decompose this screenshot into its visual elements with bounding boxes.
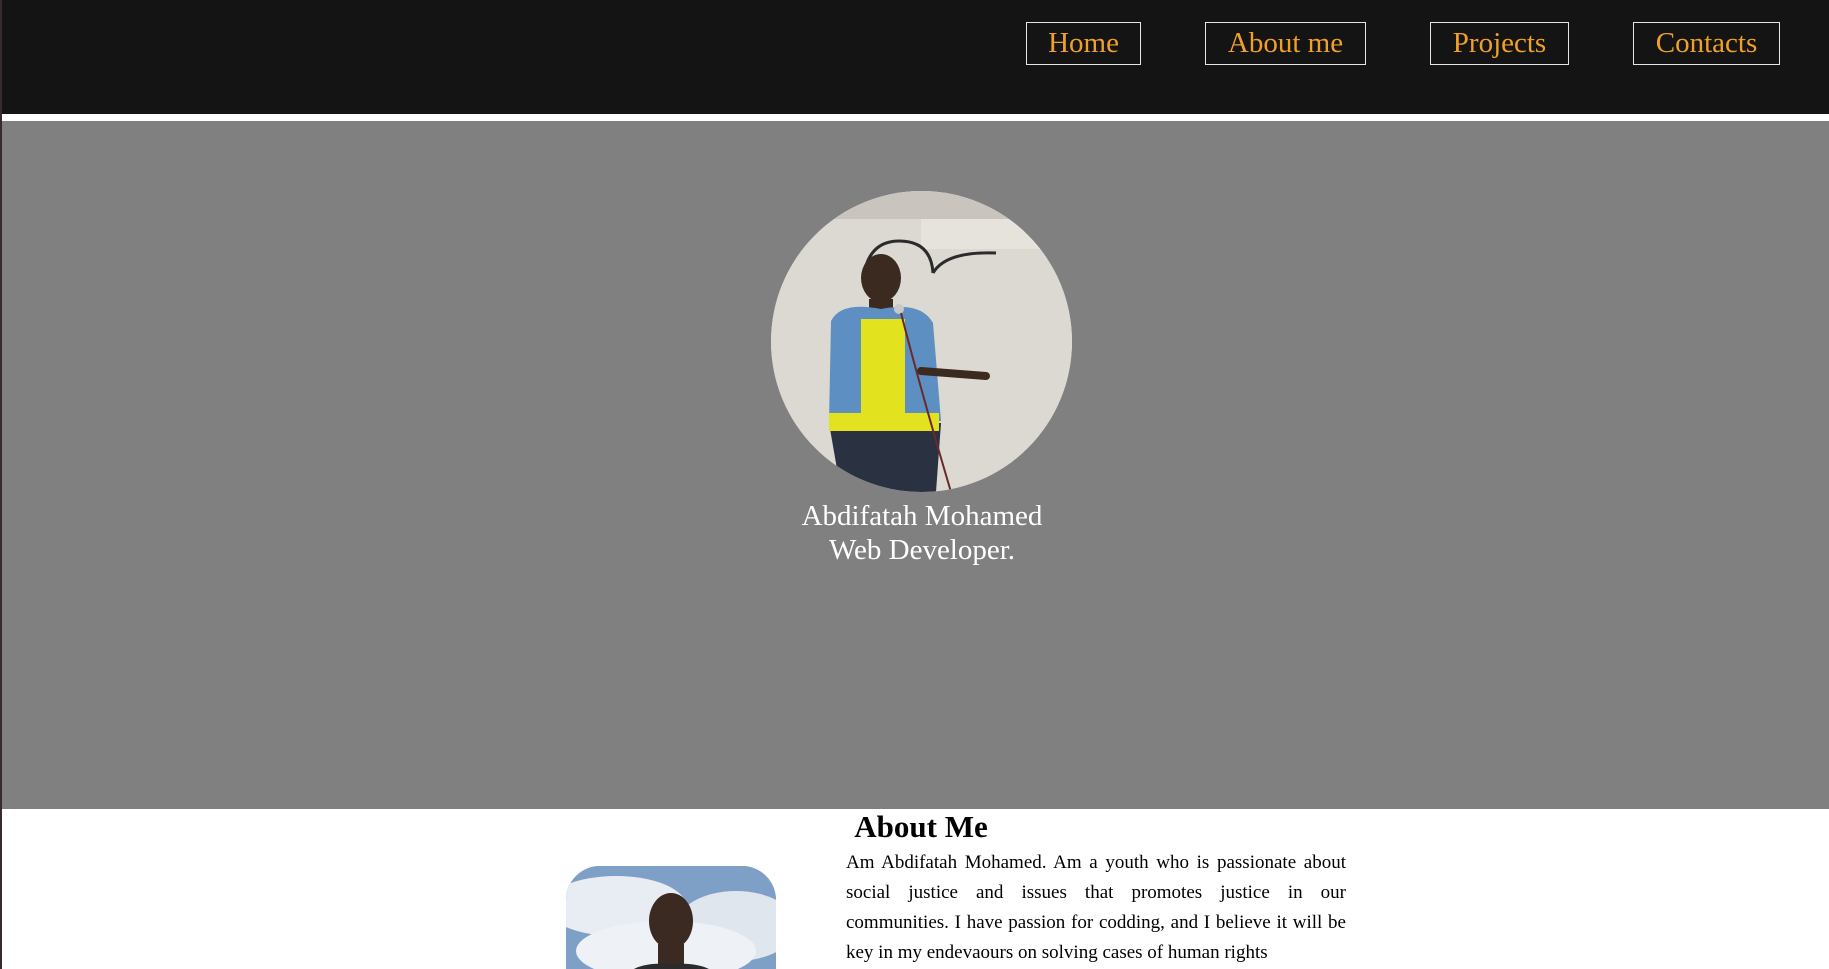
profile-photo-illustration — [771, 191, 1072, 492]
nav-divider — [2, 114, 1829, 121]
about-text: Am Abdifatah Mohamed. Am a youth who is … — [846, 852, 1346, 963]
hero-name: Abdifatah Mohamed — [801, 500, 1043, 532]
nav-link-projects[interactable]: Projects — [1430, 22, 1569, 65]
nav-link-contacts[interactable]: Contacts — [1633, 22, 1780, 65]
page: Home About me Projects Contacts Abdifata… — [0, 0, 1829, 969]
about-photo-illustration — [566, 866, 776, 969]
about-title: About Me — [854, 809, 988, 844]
hero-role: Web Developer. — [828, 534, 1016, 566]
hero-section: Abdifatah Mohamed Web Developer. — [2, 121, 1829, 809]
about-photo — [566, 866, 776, 969]
profile-photo — [771, 191, 1072, 492]
nav-link-home[interactable]: Home — [1026, 22, 1141, 65]
nav-link-about[interactable]: About me — [1205, 22, 1366, 65]
